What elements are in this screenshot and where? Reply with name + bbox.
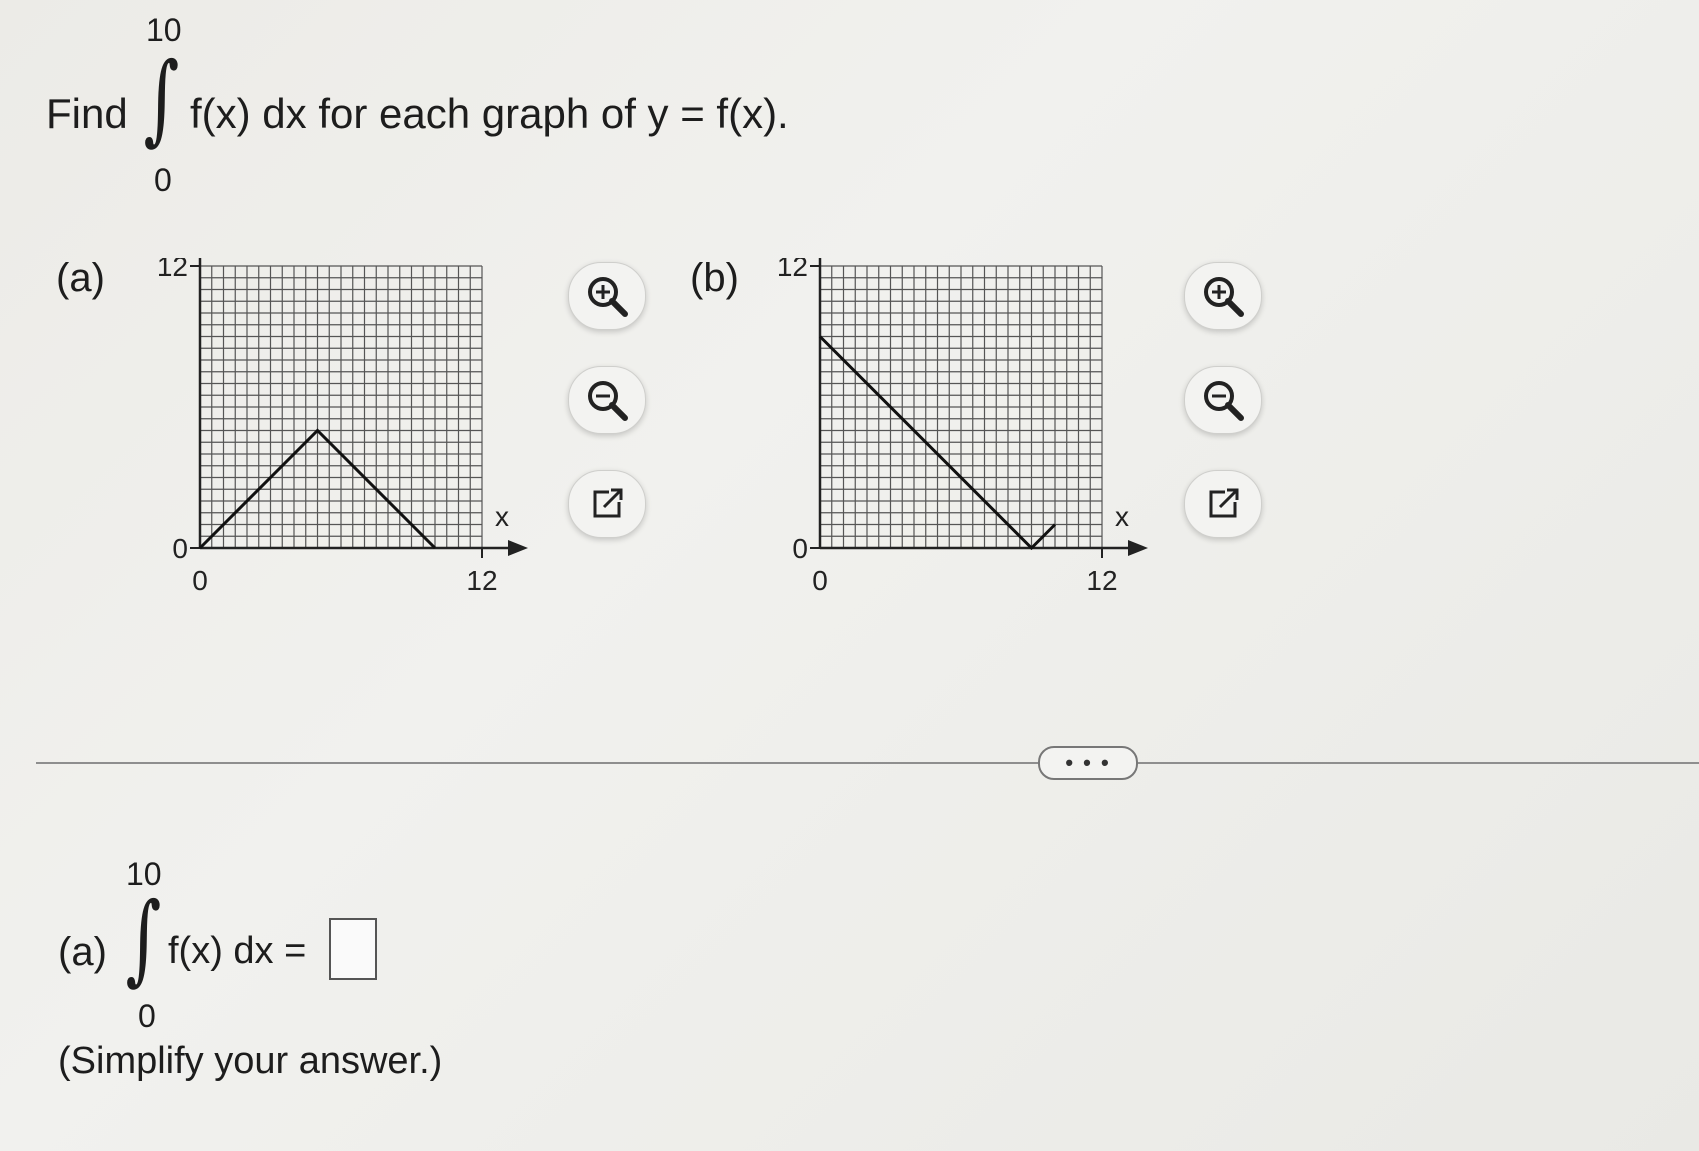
y-max-tick-label: 12 <box>157 258 188 282</box>
question-prefix: Find <box>46 90 128 137</box>
graph-b-zoom-in-button[interactable] <box>1184 262 1262 330</box>
graph-b-label: (b) <box>690 256 739 300</box>
answer-expression: f(x) dx = <box>168 930 307 972</box>
more-options-button[interactable]: • • • <box>1038 746 1138 780</box>
y-min-tick-label: 0 <box>792 533 808 564</box>
graph-a-popout-button[interactable] <box>568 470 646 538</box>
x-max-tick-label: 12 <box>466 565 497 596</box>
answer-integral-sign: ∫ <box>125 882 162 996</box>
popout-icon <box>1209 488 1239 518</box>
x-max-tick-label: 12 <box>1086 565 1117 596</box>
popout-icon <box>593 488 623 518</box>
answer-lower-limit: 0 <box>138 998 156 1034</box>
graph-a-zoom-out-button[interactable] <box>568 366 646 434</box>
graph-a-zoom-in-button[interactable] <box>568 262 646 330</box>
graph-a: yx120012 <box>157 258 528 596</box>
answer-input[interactable] <box>329 918 377 980</box>
x-axis-arrow <box>508 540 528 556</box>
question-text: f(x) dx for each graph of y = f(x). <box>190 90 789 137</box>
x-axis-arrow <box>1128 540 1148 556</box>
x-min-tick-label: 0 <box>812 565 828 596</box>
graph-b: yx120012 <box>777 258 1148 596</box>
y-max-tick-label: 12 <box>777 258 808 282</box>
integral-lower-limit: 0 <box>154 162 172 198</box>
zoom-out-icon <box>1204 381 1244 421</box>
x-axis-label: x <box>495 501 509 532</box>
x-min-tick-label: 0 <box>192 565 208 596</box>
answer-part-label: (a) <box>58 930 107 974</box>
graph-a-label: (a) <box>56 256 105 300</box>
zoom-out-icon <box>588 381 628 421</box>
answer-hint: (Simplify your answer.) <box>58 1040 443 1082</box>
graph-b-popout-button[interactable] <box>1184 470 1262 538</box>
integral-sign: ∫ <box>143 42 180 156</box>
zoom-in-icon <box>1204 277 1244 317</box>
graph-b-zoom-out-button[interactable] <box>1184 366 1262 434</box>
zoom-in-icon <box>588 277 628 317</box>
y-min-tick-label: 0 <box>172 533 188 564</box>
x-axis-label: x <box>1115 501 1129 532</box>
section-divider <box>36 762 1699 764</box>
